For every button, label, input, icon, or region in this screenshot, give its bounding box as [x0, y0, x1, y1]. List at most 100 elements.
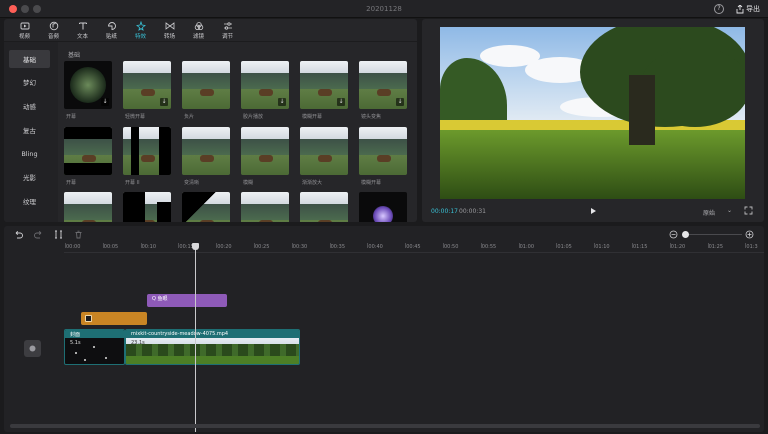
- play-button[interactable]: [588, 206, 598, 216]
- effect-thumbnail: [300, 127, 348, 175]
- ruler-label: 00:10: [141, 244, 157, 250]
- ruler-label: 01:15: [633, 244, 648, 250]
- category-bling[interactable]: Bling: [9, 145, 50, 163]
- effect-tile[interactable]: ↓ 开幕: [64, 61, 112, 120]
- tab-effects[interactable]: 特效: [126, 19, 155, 42]
- effect-thumbnail: [359, 192, 407, 222]
- preview-panel: 00:00:17 00:00:31 原始 ⌄: [422, 19, 764, 222]
- download-icon[interactable]: ↓: [396, 98, 404, 106]
- tab-sticker[interactable]: 贴纸: [97, 19, 126, 42]
- cover-clip[interactable]: 封面 5.1s: [64, 329, 125, 365]
- tab-filter[interactable]: 滤镜: [184, 19, 213, 42]
- video-preview[interactable]: [440, 27, 745, 199]
- delete-icon[interactable]: [74, 230, 83, 239]
- tab-label: 文本: [76, 34, 88, 40]
- ruler-label: 00:40: [368, 244, 383, 250]
- effect-tile[interactable]: 开幕: [64, 127, 112, 186]
- effect-tile[interactable]: [64, 192, 112, 222]
- ruler-label: 00:35: [330, 244, 346, 250]
- tab-video[interactable]: 视频: [10, 19, 39, 42]
- ruler-label: 00:20: [217, 244, 232, 250]
- download-icon[interactable]: ↓: [337, 98, 345, 106]
- effect-tile[interactable]: [123, 192, 171, 222]
- effect-tile[interactable]: ↓ 胶片播放: [241, 61, 289, 120]
- effect-label: 渐渐放大: [302, 180, 323, 186]
- undo-icon[interactable]: [14, 230, 23, 239]
- category-comic[interactable]: 漫画: [9, 216, 50, 222]
- category-texture[interactable]: 纹理: [9, 192, 50, 210]
- effect-thumbnail: ↓: [300, 61, 348, 109]
- tab-transition[interactable]: 转场: [155, 19, 184, 42]
- video-clip-label: mixkit-countryside-meadow-4075.mp4: [131, 331, 229, 337]
- fullscreen-icon[interactable]: [744, 206, 753, 215]
- ruler-label: 01:10: [595, 244, 610, 250]
- effect-tile[interactable]: ↓ 模糊开幕: [300, 61, 348, 120]
- effect-tile[interactable]: ↓ 轻微开幕: [123, 61, 171, 120]
- filter-icon: [194, 22, 203, 30]
- split-icon[interactable]: [54, 230, 63, 239]
- effect-tile[interactable]: [359, 192, 407, 222]
- category-dreamy[interactable]: 梦幻: [9, 73, 50, 91]
- effect-tile[interactable]: 开幕 II: [123, 127, 171, 186]
- playhead[interactable]: [195, 243, 196, 432]
- playhead-handle[interactable]: [192, 243, 199, 250]
- category-retro[interactable]: 复古: [9, 121, 50, 139]
- eye-icon: [29, 345, 36, 352]
- redo-icon[interactable]: [34, 230, 43, 239]
- total-time: 00:00:31: [459, 208, 486, 215]
- export-label: 导出: [746, 5, 760, 13]
- sticker-icon: [107, 22, 116, 30]
- ruler-label: 01:3: [746, 244, 758, 250]
- tab-label: 贴纸: [105, 34, 117, 40]
- effect-tile[interactable]: 负片: [182, 61, 230, 120]
- effect-tile[interactable]: [300, 192, 348, 222]
- zoom-slider-handle[interactable]: [682, 231, 689, 238]
- chevron-down-icon[interactable]: ⌄: [727, 207, 732, 214]
- effect-label: 开幕: [66, 114, 77, 120]
- category-light[interactable]: 光影: [9, 168, 50, 186]
- category-list: 基础 梦幻 动感 复古 Bling 光影 纹理 漫画: [4, 42, 58, 222]
- tab-text[interactable]: 文本: [68, 19, 97, 42]
- zoom-slider[interactable]: [683, 234, 742, 235]
- effect-tile[interactable]: [241, 192, 289, 222]
- ruler-label: 01:20: [670, 244, 686, 250]
- effect-tile[interactable]: ↓ 镜头变焦: [359, 61, 407, 120]
- timeline-scrollbar[interactable]: [10, 424, 760, 428]
- effect-label: 负片: [184, 114, 195, 120]
- zoom-in-icon[interactable]: [745, 230, 754, 239]
- zoom-out-icon[interactable]: [669, 230, 678, 239]
- category-dynamic[interactable]: 动感: [9, 97, 50, 115]
- effect-tile[interactable]: 渐渐放大: [300, 127, 348, 186]
- ruler-label: 01:25: [708, 244, 724, 250]
- video-icon: [20, 22, 29, 30]
- video-clip-duration: 23.1s: [131, 340, 145, 346]
- effect-thumbnail: [64, 127, 112, 175]
- download-icon[interactable]: ↓: [101, 98, 109, 106]
- ruler-label: 00:05: [103, 244, 119, 250]
- download-icon[interactable]: ↓: [278, 98, 286, 106]
- effect-tile[interactable]: [182, 192, 230, 222]
- timeline-ruler[interactable]: 00:00 00:05 00:10 00:15 00:20 00:25 00:30 00:35…: [64, 243, 764, 253]
- tab-adjust[interactable]: 调节: [213, 19, 242, 42]
- download-icon[interactable]: ↓: [160, 98, 168, 106]
- effect-label: 轻微开幕: [125, 114, 146, 120]
- effect-tile[interactable]: 变清晰: [182, 127, 230, 186]
- export-button[interactable]: 导出: [736, 3, 760, 15]
- category-basic[interactable]: 基础: [9, 50, 50, 68]
- tab-label: 音频: [47, 34, 59, 40]
- help-button[interactable]: ?: [714, 4, 724, 14]
- effect-thumbnail: [359, 127, 407, 175]
- timeline-panel: 00:00 00:05 00:10 00:15 00:20 00:25 00:30 00:35…: [4, 226, 764, 432]
- cover-button[interactable]: [24, 340, 41, 357]
- effect-thumbnail: [300, 192, 348, 222]
- tab-label: 特效: [134, 34, 146, 40]
- effect-tile[interactable]: 模糊: [241, 127, 289, 186]
- effect-tile[interactable]: 模糊开幕: [359, 127, 407, 186]
- effect-thumbnail: [241, 127, 289, 175]
- effect-thumbnail: ↓: [123, 61, 171, 109]
- tab-audio[interactable]: 音频: [39, 19, 68, 42]
- effect-clip[interactable]: Q 鱼眼: [147, 294, 227, 307]
- video-clip[interactable]: mixkit-countryside-meadow-4075.mp4 23.1s: [125, 329, 300, 365]
- aspect-ratio-select[interactable]: 原始: [703, 208, 715, 217]
- sticker-clip[interactable]: [81, 312, 147, 325]
